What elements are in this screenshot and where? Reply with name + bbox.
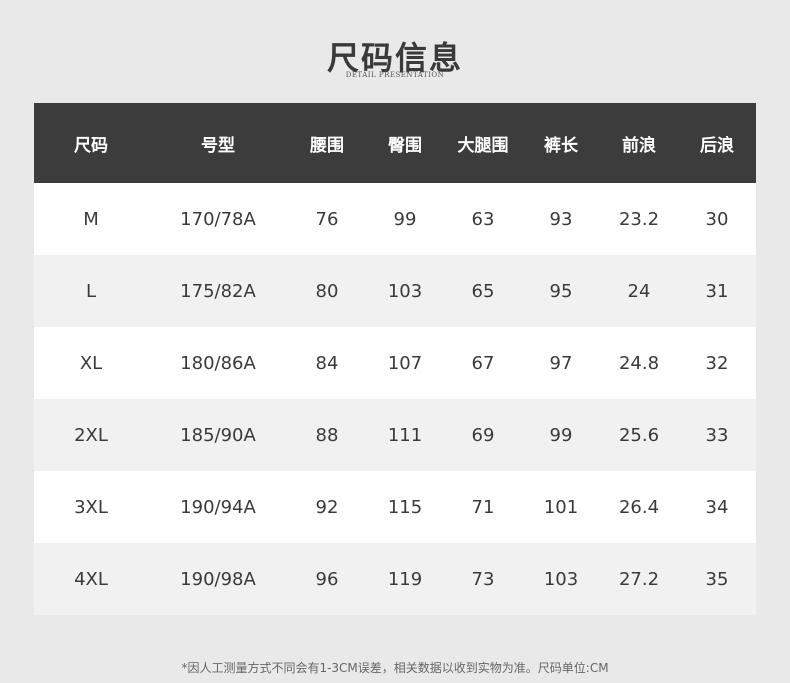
cell-front-rise: 25.6 (600, 399, 678, 471)
table-row: 2XL 185/90A 88 111 69 99 25.6 33 (34, 399, 756, 471)
column-header-thigh: 大腿围 (444, 103, 522, 183)
cell-length: 103 (522, 543, 600, 615)
cell-hip: 111 (366, 399, 444, 471)
cell-waist: 96 (288, 543, 366, 615)
cell-model: 180/86A (148, 327, 288, 399)
cell-front-rise: 27.2 (600, 543, 678, 615)
cell-front-rise: 24 (600, 255, 678, 327)
column-header-back-rise: 后浪 (678, 103, 756, 183)
cell-model: 190/94A (148, 471, 288, 543)
column-header-hip: 臀围 (366, 103, 444, 183)
cell-model: 185/90A (148, 399, 288, 471)
column-header-front-rise: 前浪 (600, 103, 678, 183)
table-row: M 170/78A 76 99 63 93 23.2 30 (34, 183, 756, 255)
cell-hip: 119 (366, 543, 444, 615)
size-info-page: 尺码信息 Detail presentation 尺码 号型 腰围 臀围 大腿围… (0, 0, 790, 683)
measurement-footnote: *因人工测量方式不同会有1-3CM误差，相关数据以收到实物为准。尺码单位:CM (181, 661, 609, 675)
cell-thigh: 73 (444, 543, 522, 615)
cell-length: 93 (522, 183, 600, 255)
cell-waist: 80 (288, 255, 366, 327)
cell-back-rise: 34 (678, 471, 756, 543)
cell-waist: 88 (288, 399, 366, 471)
page-subtitle: Detail presentation (345, 71, 445, 79)
cell-size: 2XL (34, 399, 148, 471)
cell-model: 175/82A (148, 255, 288, 327)
table-row: L 175/82A 80 103 65 95 24 31 (34, 255, 756, 327)
cell-size: 3XL (34, 471, 148, 543)
cell-thigh: 65 (444, 255, 522, 327)
cell-hip: 99 (366, 183, 444, 255)
cell-back-rise: 30 (678, 183, 756, 255)
cell-length: 101 (522, 471, 600, 543)
column-header-model: 号型 (148, 103, 288, 183)
cell-hip: 115 (366, 471, 444, 543)
cell-thigh: 67 (444, 327, 522, 399)
cell-back-rise: 33 (678, 399, 756, 471)
cell-waist: 76 (288, 183, 366, 255)
cell-size: L (34, 255, 148, 327)
cell-waist: 92 (288, 471, 366, 543)
cell-size: M (34, 183, 148, 255)
cell-waist: 84 (288, 327, 366, 399)
cell-front-rise: 26.4 (600, 471, 678, 543)
cell-back-rise: 31 (678, 255, 756, 327)
column-header-size: 尺码 (34, 103, 148, 183)
table-row: XL 180/86A 84 107 67 97 24.8 32 (34, 327, 756, 399)
cell-model: 170/78A (148, 183, 288, 255)
table-header-row: 尺码 号型 腰围 臀围 大腿围 裤长 前浪 后浪 (34, 103, 756, 183)
cell-length: 95 (522, 255, 600, 327)
cell-size: XL (34, 327, 148, 399)
size-chart-table: 尺码 号型 腰围 臀围 大腿围 裤长 前浪 后浪 M 170/78A 76 99… (34, 103, 756, 615)
cell-length: 97 (522, 327, 600, 399)
cell-hip: 103 (366, 255, 444, 327)
table-row: 3XL 190/94A 92 115 71 101 26.4 34 (34, 471, 756, 543)
cell-model: 190/98A (148, 543, 288, 615)
column-header-waist: 腰围 (288, 103, 366, 183)
cell-size: 4XL (34, 543, 148, 615)
table-row: 4XL 190/98A 96 119 73 103 27.2 35 (34, 543, 756, 615)
cell-length: 99 (522, 399, 600, 471)
cell-front-rise: 24.8 (600, 327, 678, 399)
column-header-length: 裤长 (522, 103, 600, 183)
cell-back-rise: 32 (678, 327, 756, 399)
cell-back-rise: 35 (678, 543, 756, 615)
cell-front-rise: 23.2 (600, 183, 678, 255)
cell-hip: 107 (366, 327, 444, 399)
cell-thigh: 71 (444, 471, 522, 543)
cell-thigh: 63 (444, 183, 522, 255)
cell-thigh: 69 (444, 399, 522, 471)
